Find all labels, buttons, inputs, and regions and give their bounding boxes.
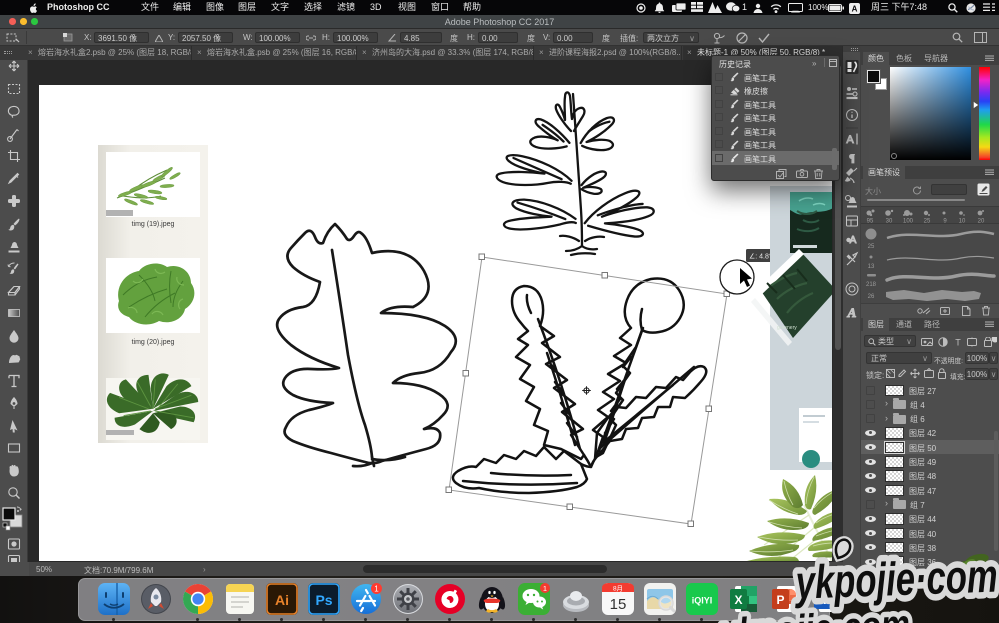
- svg-text:1: 1: [543, 584, 547, 593]
- svg-text:A: A: [847, 305, 857, 320]
- svg-text:8月: 8月: [613, 585, 623, 593]
- svg-text:A: A: [852, 4, 858, 13]
- svg-text:1: 1: [374, 585, 379, 594]
- svg-text:25: 25: [868, 244, 875, 250]
- svg-text:15: 15: [610, 596, 627, 613]
- svg-text:T: T: [955, 338, 961, 348]
- svg-text:26: 26: [868, 294, 875, 300]
- svg-text:ykpojie·com: ykpojie·com: [793, 549, 998, 609]
- svg-text:greenery: greenery: [777, 325, 797, 331]
- svg-text:¶: ¶: [850, 153, 855, 165]
- svg-text:218: 218: [866, 282, 877, 288]
- svg-text:A: A: [846, 134, 854, 146]
- svg-text:Ai: Ai: [275, 592, 289, 608]
- svg-text:Ps: Ps: [315, 592, 332, 608]
- svg-text:13: 13: [868, 264, 875, 270]
- svg-text:A: A: [850, 235, 857, 246]
